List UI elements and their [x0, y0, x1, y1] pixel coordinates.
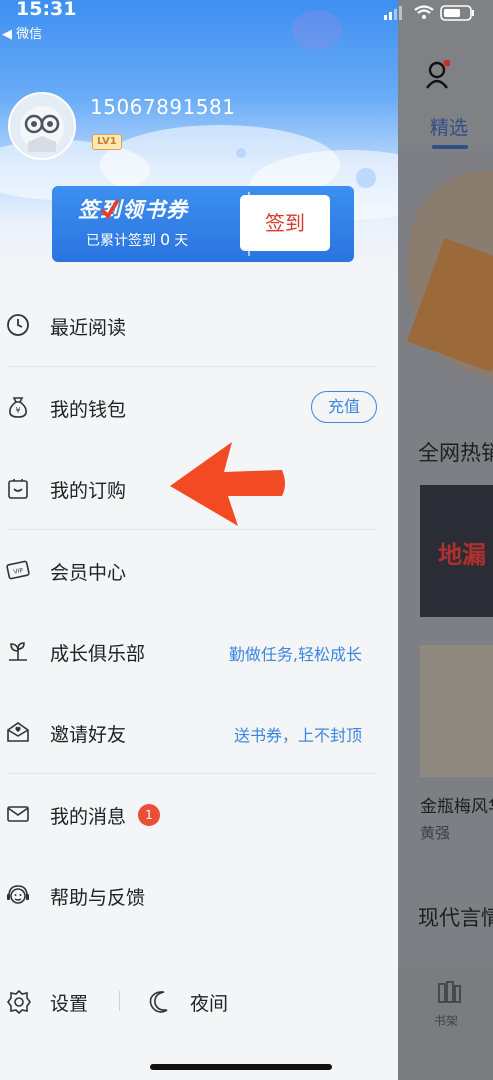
menu-hint: 勤做任务,轻松成长	[228, 645, 362, 664]
menu-item-growth-club[interactable]: 成长俱乐部 勤做任务,轻松成长	[0, 611, 398, 692]
menu-label: 最近阅读	[50, 317, 127, 339]
status-icons	[384, 5, 474, 21]
bubble-decoration	[236, 148, 246, 158]
bubble-decoration	[356, 168, 376, 188]
menu-label: 邀请好友	[50, 724, 127, 746]
unread-badge: 1	[138, 804, 160, 826]
envelope-heart-icon	[7, 722, 29, 742]
avatar[interactable]	[8, 92, 76, 160]
tab-indicator	[432, 145, 468, 149]
menu-hint: 送书券，上不封顶	[233, 726, 362, 745]
book-title[interactable]: 金瓶梅风华	[420, 792, 493, 817]
menu-item-help-feedback[interactable]: 帮助与反馈	[0, 855, 398, 936]
avatar-mascot-icon	[20, 106, 64, 152]
mail-icon	[7, 806, 29, 822]
book-cover-text: 地漏	[438, 541, 486, 569]
recharge-button[interactable]: 充值	[311, 391, 377, 423]
clock-icon	[7, 314, 29, 336]
status-bar: 15:31	[0, 0, 493, 24]
menu-item-invite-friends[interactable]: 邀请好友 送书券，上不封顶	[0, 692, 398, 773]
drawer-footer: 设置 夜间	[0, 975, 398, 1035]
menu-label: 我的订购	[50, 480, 127, 502]
section-title-romance: 现代言情	[418, 906, 493, 930]
side-drawer: 15067891581 LV1 签到领书券 已累计签到 0 天 签到 最近阅读 ¥	[0, 0, 398, 1080]
book-author: 黄强	[420, 824, 451, 842]
status-time: 15:31	[16, 0, 77, 20]
menu-label: 帮助与反馈	[50, 887, 146, 909]
checkmark-icon	[100, 198, 120, 220]
checkin-count-suffix: 天	[174, 233, 189, 249]
menu-label: 成长俱乐部	[50, 643, 146, 665]
back-to-wechat[interactable]: ◀ 微信	[2, 23, 42, 42]
night-mode-button[interactable]: 夜间	[190, 989, 228, 1016]
checkin-count: 已累计签到 0 天	[86, 230, 188, 250]
bookshelf-icon[interactable]	[436, 980, 462, 1004]
shopping-bag-icon	[8, 479, 28, 499]
headset-icon	[7, 885, 29, 904]
menu-label: 会员中心	[50, 562, 127, 584]
background-app[interactable]: 精选 全网热销 地漏 金瓶梅风华 黄强 现代言情 书架	[398, 0, 493, 1080]
section-title-bestsellers: 全网热销	[418, 441, 493, 465]
tab-bookshelf[interactable]: 书架	[434, 1012, 458, 1029]
settings-button[interactable]: 设置	[50, 989, 88, 1016]
footer-divider	[119, 991, 120, 1011]
moon-icon	[149, 991, 168, 1013]
book-cover[interactable]	[420, 645, 493, 777]
home-indicator	[150, 1064, 332, 1070]
gear-icon	[7, 989, 31, 1015]
checkin-count-prefix: 已累计签到	[86, 233, 156, 249]
svg-text:¥: ¥	[15, 406, 20, 415]
tab-featured[interactable]: 精选	[430, 113, 468, 140]
menu-item-recent-reading[interactable]: 最近阅读	[0, 285, 398, 366]
user-icon[interactable]	[426, 60, 450, 90]
menu-item-messages[interactable]: 我的消息 1	[0, 774, 398, 855]
signin-button[interactable]: 签到	[240, 195, 330, 251]
menu-label: 我的消息	[50, 806, 127, 828]
level-badge: LV1	[92, 134, 122, 150]
vip-card-icon: VIP	[6, 560, 30, 580]
money-bag-icon: ¥	[9, 397, 27, 418]
svg-text:VIP: VIP	[13, 567, 24, 576]
menu-label: 我的钱包	[50, 399, 127, 421]
checkin-card[interactable]: 签到领书券 已累计签到 0 天 签到	[14, 186, 372, 270]
sprout-icon	[9, 642, 27, 661]
checkin-title: 签到领书券	[78, 198, 188, 222]
menu-item-vip-center[interactable]: VIP 会员中心	[0, 530, 398, 611]
red-arrow-annotation	[170, 442, 285, 526]
checkin-days: 0	[160, 230, 171, 249]
user-phone[interactable]: 15067891581	[90, 95, 235, 119]
book-cover[interactable]: 地漏	[420, 485, 493, 617]
menu-item-wallet[interactable]: ¥ 我的钱包 充值	[0, 367, 398, 448]
